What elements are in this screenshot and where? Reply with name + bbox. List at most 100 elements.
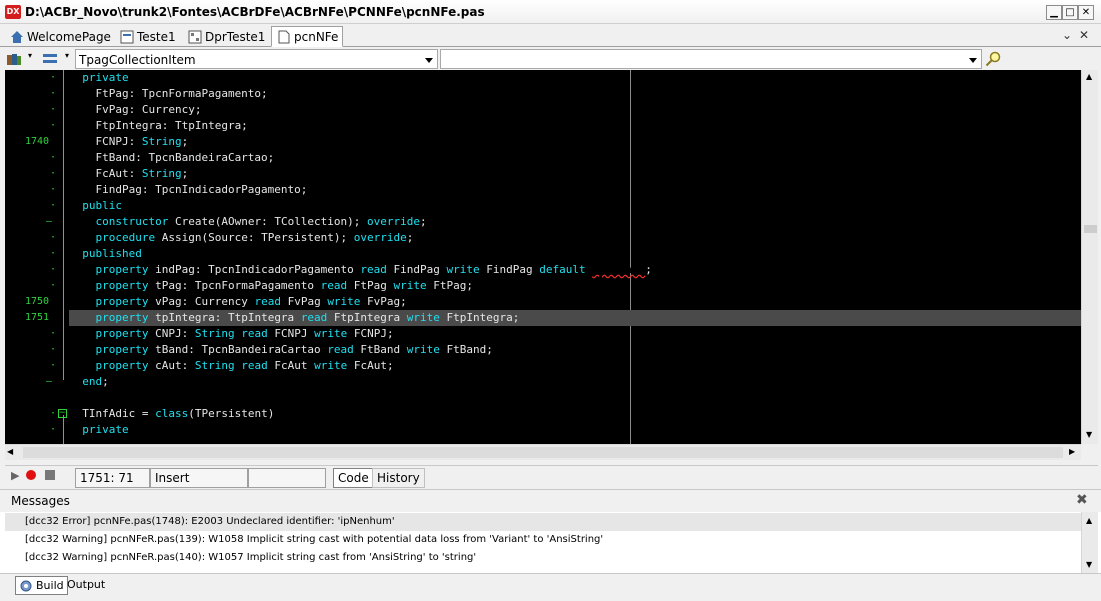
- window-title: D:\ACBr_Novo\trunk2\Fontes\ACBrDFe\ACBrN…: [25, 5, 485, 19]
- editor-vertical-scrollbar[interactable]: ▲ ▼: [1081, 70, 1098, 444]
- gutter-line: ·: [5, 182, 57, 198]
- code-text: vPag: Currency: [148, 295, 255, 308]
- toolbar-dropdown-icon[interactable]: ▾: [28, 51, 32, 60]
- code-line[interactable]: private: [69, 70, 1081, 86]
- code-line[interactable]: property tPag: TpcnFormaPagamento read F…: [69, 278, 1081, 294]
- scroll-right-icon[interactable]: ▶: [1069, 447, 1075, 456]
- code-line[interactable]: FCNPJ: String;: [69, 134, 1081, 150]
- messages-header: Messages ✖: [0, 490, 1101, 512]
- maximize-icon: □: [1065, 7, 1075, 18]
- code-line[interactable]: property tBand: TpcnBandeiraCartao read …: [69, 342, 1081, 358]
- message-item[interactable]: [dcc32 Error] pcnNFe.pas(1748): E2003 Un…: [25, 516, 395, 527]
- scroll-down-icon[interactable]: ▼: [1086, 430, 1092, 439]
- method-combo[interactable]: [440, 49, 982, 69]
- tab-code[interactable]: Code: [333, 468, 374, 488]
- code-line[interactable]: property vPag: Currency read FvPag write…: [69, 294, 1081, 310]
- unit-file-icon: [278, 30, 290, 44]
- stop-macro-icon[interactable]: [45, 470, 55, 480]
- code-keyword: default: [539, 263, 586, 276]
- code-text: FCNPJ;: [347, 327, 394, 340]
- tab-build-label: Build: [36, 579, 64, 592]
- collapse-fold-icon[interactable]: −: [58, 409, 67, 418]
- scroll-left-icon[interactable]: ◀: [7, 447, 13, 456]
- code-line[interactable]: FtPag: TpcnFormaPagamento;: [69, 86, 1081, 102]
- code-line[interactable]: TInfAdic = class(TPersistent): [69, 406, 1081, 422]
- code-line[interactable]: constructor Create(AOwner: TCollection);…: [69, 214, 1081, 230]
- code-text: FindPag: TpcnIndicadorPagamento;: [69, 183, 308, 196]
- line-number: 1740: [25, 136, 50, 147]
- search-icon[interactable]: [985, 51, 1001, 67]
- code-text: ;: [406, 231, 414, 244]
- close-button[interactable]: ✕: [1078, 5, 1094, 20]
- code-line[interactable]: property indPag: TpcnIndicadorPagamento …: [69, 262, 1081, 278]
- gutter-line: ·: [5, 246, 57, 262]
- maximize-button[interactable]: □: [1062, 5, 1078, 20]
- code-line[interactable]: FcAut: String;: [69, 166, 1081, 182]
- tab-pcnnfe[interactable]: pcnNFe: [271, 26, 344, 47]
- code-line[interactable]: procedure Assign(Source: TPersistent); o…: [69, 230, 1081, 246]
- code-line[interactable]: FindPag: TpcnIndicadorPagamento;: [69, 182, 1081, 198]
- close-icon[interactable]: ✖: [1076, 492, 1088, 508]
- fold-end-marker: –: [46, 376, 53, 387]
- line-marker-dot: ·: [50, 344, 57, 355]
- scroll-thumb[interactable]: [23, 447, 1063, 458]
- toolbar-books-icon[interactable]: [6, 51, 22, 67]
- minimize-button[interactable]: ▁: [1046, 5, 1062, 20]
- record-macro-icon[interactable]: [26, 470, 36, 480]
- play-macro-icon[interactable]: ▶: [11, 469, 19, 482]
- tab-close-icon[interactable]: ✕: [1079, 28, 1089, 42]
- line-marker-dot: ·: [50, 152, 57, 163]
- code-editor[interactable]: · · · · 1740 · · · · – · · · · 1750 1751 · · · – · · private …: [5, 70, 1081, 444]
- editor-status-bar: ▶ 1751: 71 Insert Code History: [5, 465, 1098, 489]
- scroll-thumb[interactable]: [1084, 225, 1097, 233]
- line-marker-dot: ·: [50, 104, 57, 115]
- tab-label: Teste1: [137, 30, 176, 44]
- toolbar-dropdown-icon[interactable]: ▾: [65, 51, 69, 60]
- tab-label: pcnNFe: [294, 30, 339, 44]
- message-item[interactable]: [dcc32 Warning] pcnNFeR.pas(139): W1058 …: [25, 534, 603, 545]
- code-line[interactable]: private: [69, 422, 1081, 438]
- tab-build[interactable]: Build: [15, 576, 68, 595]
- code-keyword: published: [69, 247, 142, 260]
- code-keyword: private: [69, 423, 129, 436]
- code-text: FcAut:: [69, 167, 142, 180]
- code-keyword: read: [360, 263, 387, 276]
- code-text: tpIntegra: TtpIntegra: [148, 311, 301, 324]
- tab-history[interactable]: History: [372, 468, 425, 488]
- editor-horizontal-scrollbar[interactable]: ◀ ▶: [5, 444, 1081, 460]
- code-line[interactable]: public: [69, 198, 1081, 214]
- code-line[interactable]: [69, 390, 1081, 406]
- code-keyword: property: [95, 263, 149, 276]
- code-keyword: write: [393, 279, 427, 292]
- tab-teste1[interactable]: Teste1: [114, 26, 181, 47]
- class-combo[interactable]: TpagCollectionItem: [75, 49, 438, 69]
- code-line[interactable]: property CNPJ: String read FCNPJ write F…: [69, 326, 1081, 342]
- tab-output[interactable]: Output: [64, 576, 108, 595]
- code-line[interactable]: end;: [69, 374, 1081, 390]
- code-text: FindPag: [386, 263, 447, 276]
- tab-welcomepage[interactable]: WelcomePage: [4, 26, 116, 47]
- messages-vertical-scrollbar[interactable]: ▲ ▼: [1081, 512, 1098, 574]
- gutter-line: ·: [5, 118, 57, 134]
- code-line[interactable]: FvPag: Currency;: [69, 102, 1081, 118]
- message-item[interactable]: [dcc32 Warning] pcnNFeR.pas(140): W1057 …: [25, 552, 476, 563]
- line-marker-dot: ·: [50, 168, 57, 179]
- code-line[interactable]: FtBand: TpcnBandeiraCartao;: [69, 150, 1081, 166]
- scroll-up-icon[interactable]: ▲: [1086, 72, 1092, 81]
- toolbar-structure-icon[interactable]: [42, 51, 58, 67]
- code-line-current[interactable]: property tpIntegra: TtpIntegra read FtpI…: [69, 310, 1081, 326]
- code-keyword: read: [327, 343, 354, 356]
- code-keyword: String: [194, 327, 235, 340]
- scroll-up-icon[interactable]: ▲: [1086, 516, 1092, 525]
- code-line[interactable]: published: [69, 246, 1081, 262]
- code-text: FvPag: [280, 295, 328, 308]
- code-keyword: class: [155, 407, 189, 420]
- tab-list-dropdown-icon[interactable]: ⌄: [1062, 28, 1072, 42]
- code-line[interactable]: FtpIntegra: TtpIntegra;: [69, 118, 1081, 134]
- tab-dprteste1[interactable]: DprTeste1: [182, 26, 270, 47]
- scroll-down-icon[interactable]: ▼: [1086, 560, 1092, 569]
- code-line[interactable]: property cAut: String read FcAut write F…: [69, 358, 1081, 374]
- tab-label: WelcomePage: [27, 30, 111, 44]
